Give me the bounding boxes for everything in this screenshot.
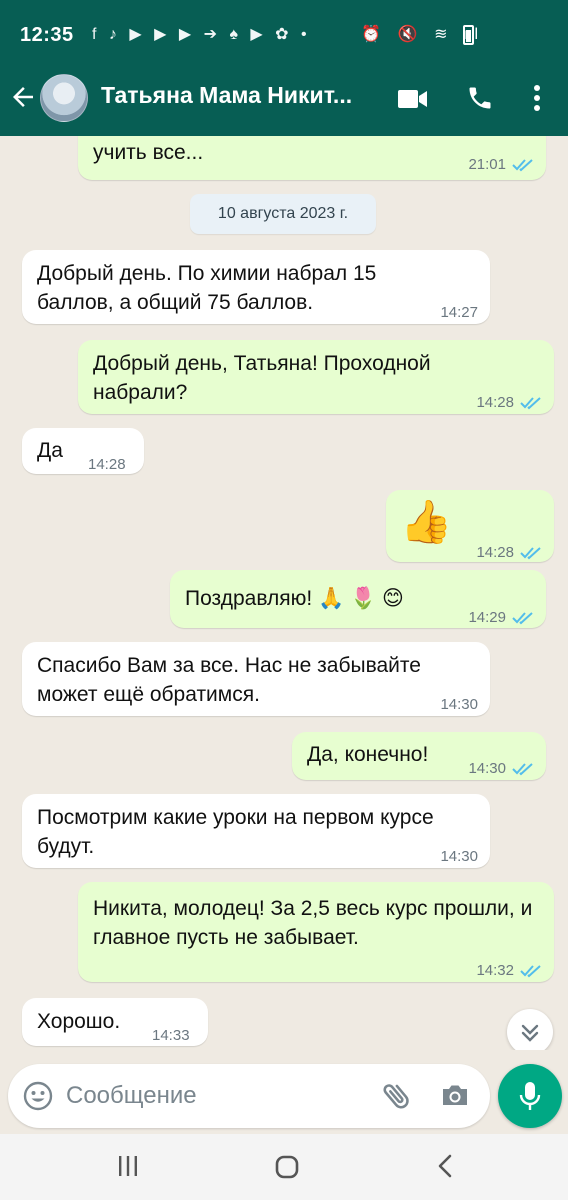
message-text: Да xyxy=(37,439,63,462)
message-text: Добрый день, Татьяна! Проходной набрали? xyxy=(93,352,431,404)
message-composer xyxy=(8,1064,490,1128)
message-outgoing[interactable]: Поздравляю! 🙏 🌷 😊 14:29 xyxy=(170,570,546,628)
contact-avatar[interactable] xyxy=(40,74,88,122)
message-time: 14:30 xyxy=(468,760,506,777)
message-input[interactable] xyxy=(66,1080,366,1112)
message-outgoing[interactable]: учить все... 21:01 xyxy=(78,136,546,180)
message-incoming[interactable]: Спасибо Вам за все. Нас не забывайте мож… xyxy=(22,642,490,716)
message-text: Никита, молодец! За 2,5 весь курс прошли… xyxy=(93,897,533,949)
message-incoming[interactable]: Посмотрим какие уроки на первом курсе бу… xyxy=(22,794,490,868)
read-ticks-icon xyxy=(520,546,541,559)
notification-icons: f ♪ ▶ ▶ ▶ ➔ ♠ ▶ ✿ • xyxy=(92,26,311,43)
microphone-icon xyxy=(519,1082,541,1110)
top-app-bar: 12:35 f ♪ ▶ ▶ ▶ ➔ ♠ ▶ ✿ • ⏰ 🔇 ≋ ıl Татья… xyxy=(0,0,568,136)
message-time: 14:29 xyxy=(468,609,506,626)
message-meta: 14:28 xyxy=(476,388,542,417)
message-time: 14:28 xyxy=(88,456,126,473)
message-meta: 14:30 xyxy=(468,754,534,783)
nav-back-icon[interactable] xyxy=(434,1154,458,1178)
message-incoming[interactable]: Хорошо. 14:33 xyxy=(22,998,208,1046)
message-outgoing[interactable]: Никита, молодец! За 2,5 весь курс прошли… xyxy=(78,882,554,982)
message-time: 14:33 xyxy=(152,1027,190,1044)
more-vert-icon[interactable] xyxy=(533,84,541,112)
read-ticks-icon xyxy=(512,762,533,775)
status-bar: 12:35 f ♪ ▶ ▶ ▶ ➔ ♠ ▶ ✿ • ⏰ 🔇 ≋ ıl xyxy=(0,0,568,70)
voice-record-button[interactable] xyxy=(498,1064,562,1128)
message-text: Поздравляю! 🙏 🌷 😊 xyxy=(185,587,404,610)
read-ticks-icon xyxy=(512,611,533,624)
message-time: 14:30 xyxy=(440,848,478,865)
camera-icon[interactable] xyxy=(440,1080,470,1110)
date-separator: 10 августа 2023 г. xyxy=(190,194,376,234)
read-ticks-icon xyxy=(512,158,533,171)
home-icon[interactable] xyxy=(274,1154,300,1180)
message-time: 14:27 xyxy=(440,304,478,321)
message-incoming[interactable]: Добрый день. По химии набрал 15 баллов, … xyxy=(22,250,490,324)
message-outgoing[interactable]: Да, конечно! 14:30 xyxy=(292,732,546,780)
battery-icon xyxy=(463,25,474,45)
message-text: Хорошо. xyxy=(37,1010,121,1033)
message-meta: 14:29 xyxy=(468,603,534,632)
system-navigation-bar xyxy=(0,1134,568,1200)
message-meta: 14:32 xyxy=(476,956,542,985)
message-meta: 21:01 xyxy=(468,150,534,179)
message-time: 14:30 xyxy=(440,696,478,713)
message-list[interactable]: учить все... 21:01 10 августа 2023 г. До… xyxy=(0,136,568,1050)
message-time: 14:32 xyxy=(476,962,514,979)
read-ticks-icon xyxy=(520,396,541,409)
message-meta: 14:28 xyxy=(476,538,542,567)
message-text: учить все... xyxy=(93,141,204,164)
contact-name[interactable]: Татьяна Мама Никит... xyxy=(101,82,371,109)
message-incoming[interactable]: Да 14:28 xyxy=(22,428,144,474)
message-text: Спасибо Вам за все. Нас не забывайте мож… xyxy=(37,654,421,706)
paperclip-icon[interactable] xyxy=(380,1079,414,1113)
status-time: 12:35 xyxy=(20,24,74,46)
chat-header: Татьяна Мама Никит... xyxy=(0,70,568,136)
message-outgoing[interactable]: 👍 14:28 xyxy=(386,490,554,562)
phone-icon[interactable] xyxy=(466,84,494,112)
message-outgoing[interactable]: Добрый день, Татьяна! Проходной набрали?… xyxy=(78,340,554,414)
emoji-icon[interactable] xyxy=(22,1080,54,1112)
scroll-to-bottom-button[interactable] xyxy=(507,1009,553,1050)
video-call-icon[interactable] xyxy=(398,88,428,110)
message-text: Да, конечно! xyxy=(307,743,429,766)
arrow-left-icon[interactable] xyxy=(8,82,38,112)
message-text: Посмотрим какие уроки на первом курсе бу… xyxy=(37,806,434,858)
message-time: 14:28 xyxy=(476,544,514,561)
message-time: 14:28 xyxy=(476,394,514,411)
double-chevron-down-icon xyxy=(521,1024,539,1042)
message-text: Добрый день. По химии набрал 15 баллов, … xyxy=(37,262,377,314)
thumbs-up-emoji: 👍 xyxy=(400,498,453,545)
recent-apps-icon[interactable] xyxy=(116,1154,140,1178)
read-ticks-icon xyxy=(520,964,541,977)
message-time: 21:01 xyxy=(468,156,506,173)
